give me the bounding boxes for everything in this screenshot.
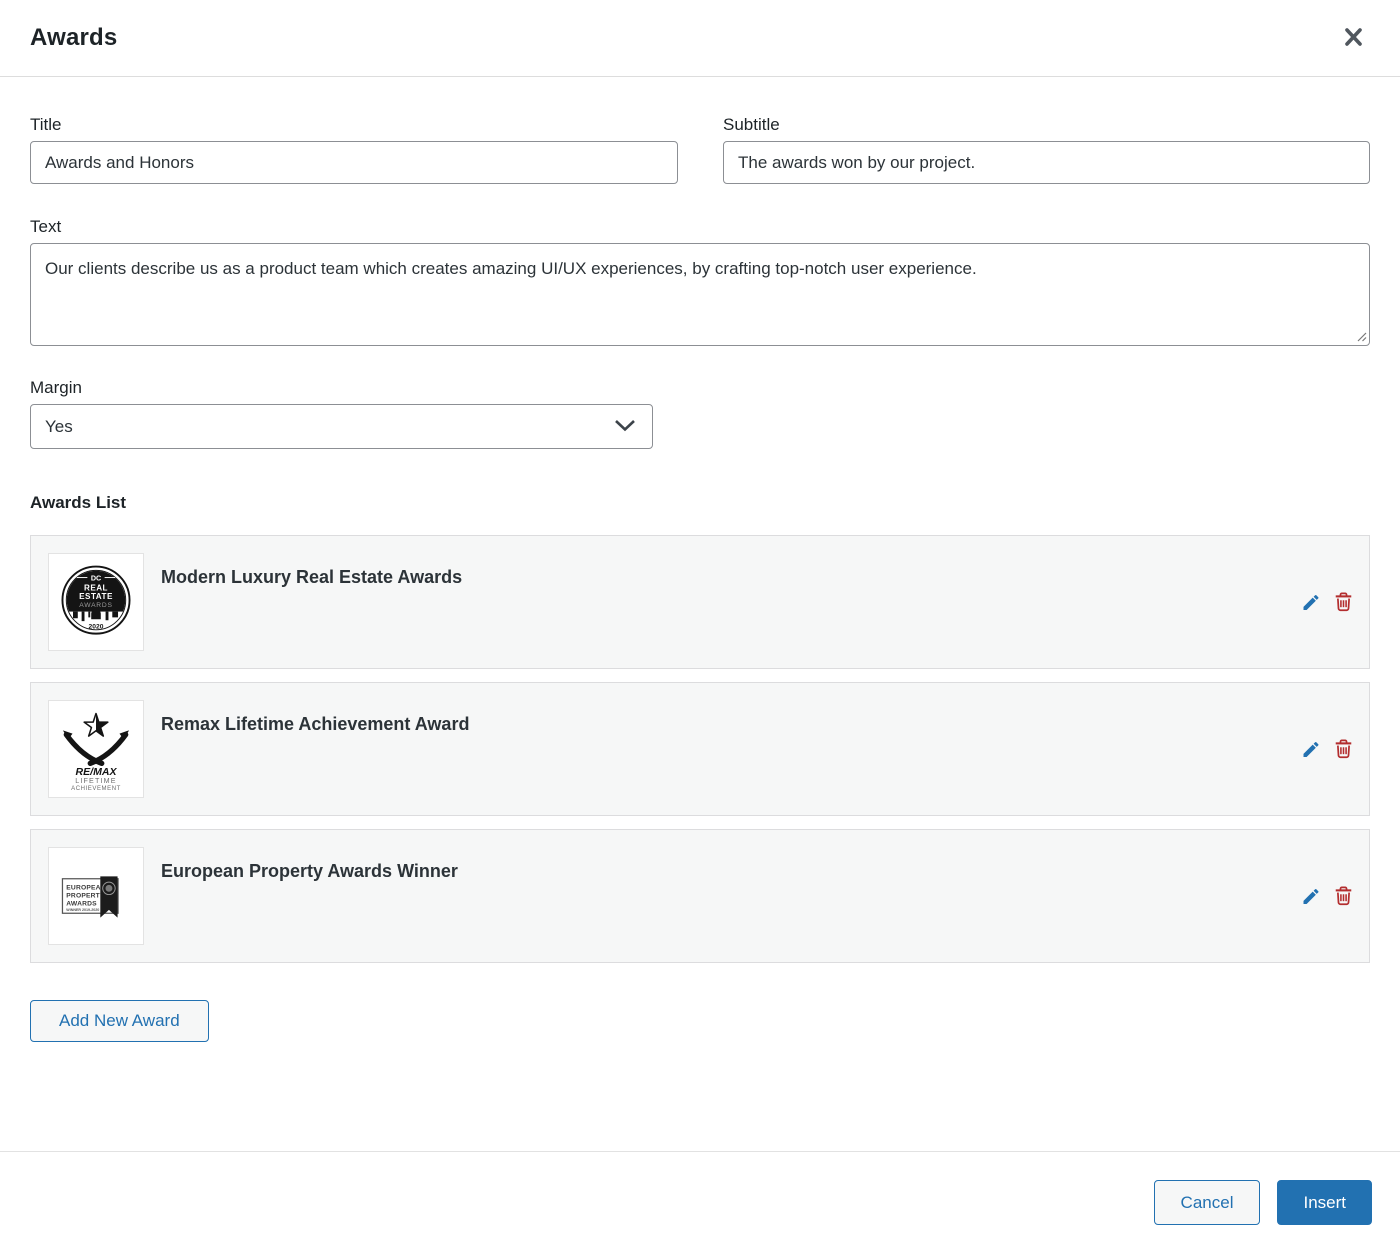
add-new-award-button[interactable]: Add New Award bbox=[30, 1000, 209, 1042]
close-button[interactable] bbox=[1337, 21, 1370, 56]
text-textarea[interactable]: Our clients describe us as a product tea… bbox=[30, 243, 1370, 346]
award-title: Remax Lifetime Achievement Award bbox=[161, 714, 470, 734]
trash-icon bbox=[1334, 886, 1353, 910]
close-icon bbox=[1343, 27, 1364, 50]
resize-handle-icon[interactable] bbox=[1356, 331, 1367, 342]
award-row: DC REAL ESTATE AWARDS 2020 Modern Luxury… bbox=[30, 535, 1370, 669]
trash-icon bbox=[1334, 592, 1353, 616]
modal-title: Awards bbox=[30, 24, 118, 51]
delete-award-button[interactable] bbox=[1334, 739, 1353, 760]
chevron-down-icon bbox=[614, 417, 636, 437]
edit-award-button[interactable] bbox=[1301, 886, 1321, 906]
svg-text:EUROPEAN: EUROPEAN bbox=[66, 884, 105, 891]
svg-text:REAL: REAL bbox=[84, 584, 108, 593]
title-label: Title bbox=[30, 115, 62, 134]
awards-modal: Awards Title Subtitle Text Our client bbox=[0, 0, 1400, 1246]
subtitle-input[interactable] bbox=[723, 141, 1370, 184]
delete-award-button[interactable] bbox=[1334, 592, 1353, 613]
pencil-icon bbox=[1301, 741, 1321, 762]
edit-award-button[interactable] bbox=[1301, 739, 1321, 759]
awards-list-label: Awards List bbox=[30, 493, 127, 512]
margin-label: Margin bbox=[30, 378, 82, 397]
pencil-icon bbox=[1301, 594, 1321, 615]
svg-text:ACHIEVEMENT: ACHIEVEMENT bbox=[71, 786, 121, 792]
subtitle-label: Subtitle bbox=[723, 115, 780, 134]
modal-header: Awards bbox=[0, 0, 1400, 77]
svg-text:PROPERTY: PROPERTY bbox=[66, 892, 105, 899]
svg-text:2020: 2020 bbox=[89, 623, 104, 630]
cancel-button[interactable]: Cancel bbox=[1153, 1180, 1261, 1225]
title-input[interactable] bbox=[30, 141, 678, 184]
award-logo-dc-real-estate: DC REAL ESTATE AWARDS 2020 bbox=[48, 553, 144, 651]
awards-list: DC REAL ESTATE AWARDS 2020 Modern Luxury… bbox=[30, 535, 1370, 976]
award-logo-european-property: EUROPEAN PROPERTY AWARDS WINNER 2019-202… bbox=[48, 847, 144, 945]
text-label: Text bbox=[30, 217, 62, 236]
award-title: European Property Awards Winner bbox=[161, 861, 458, 881]
award-row: EUROPEAN PROPERTY AWARDS WINNER 2019-202… bbox=[30, 829, 1370, 963]
margin-select-value: Yes bbox=[45, 416, 73, 436]
svg-text:AWARDS: AWARDS bbox=[79, 602, 112, 609]
modal-footer: Cancel Insert bbox=[0, 1151, 1400, 1246]
insert-button[interactable]: Insert bbox=[1277, 1180, 1372, 1225]
svg-text:LIFETIME: LIFETIME bbox=[75, 777, 116, 785]
modal-body: Title Subtitle Text Our clients describe… bbox=[0, 77, 1400, 1151]
trash-icon bbox=[1334, 739, 1353, 763]
margin-select[interactable]: Yes bbox=[30, 404, 653, 449]
pencil-icon bbox=[1301, 888, 1321, 909]
svg-text:AWARDS: AWARDS bbox=[66, 901, 97, 908]
award-row: RE/MAX LIFETIME ACHIEVEMENT Remax Lifeti… bbox=[30, 682, 1370, 816]
edit-award-button[interactable] bbox=[1301, 592, 1321, 612]
svg-text:ESTATE: ESTATE bbox=[79, 592, 113, 601]
award-title: Modern Luxury Real Estate Awards bbox=[161, 567, 463, 587]
svg-text:DC: DC bbox=[91, 574, 101, 582]
delete-award-button[interactable] bbox=[1334, 886, 1353, 907]
svg-text:WINNER 2019-2020: WINNER 2019-2020 bbox=[66, 908, 99, 912]
award-logo-remax: RE/MAX LIFETIME ACHIEVEMENT bbox=[48, 700, 144, 798]
